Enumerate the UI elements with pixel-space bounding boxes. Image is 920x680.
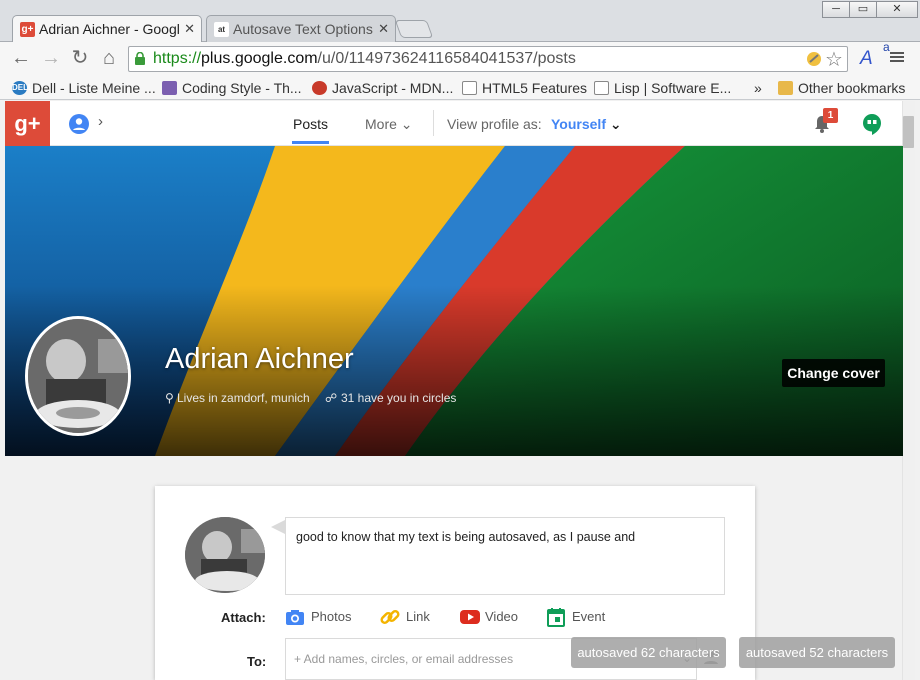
to-label: To: — [247, 654, 267, 669]
chevron-down-icon: ⌄ — [609, 116, 622, 132]
page-icon — [162, 81, 177, 95]
lock-icon — [135, 52, 145, 65]
location-pin-icon: ⚲ — [165, 391, 174, 405]
view-as-dropdown[interactable]: Yourself ⌄ — [551, 116, 622, 133]
circles-link-icon: ☍ — [325, 391, 338, 405]
page-icon — [462, 81, 477, 95]
attach-label: Attach: — [221, 610, 266, 625]
divider — [433, 110, 434, 136]
close-window-button[interactable]: ✕ — [876, 1, 918, 18]
gplus-favicon-icon: g+ — [20, 22, 35, 37]
recipients-placeholder: + Add names, circles, or email addresses — [294, 652, 514, 666]
cover-image — [5, 146, 903, 456]
compose-avatar — [185, 517, 265, 593]
forward-icon[interactable]: → — [40, 47, 62, 69]
profile-location: ⚲ Lives in zamdorf, munich — [165, 391, 310, 405]
star-bookmark-icon[interactable]: ☆ — [825, 47, 843, 72]
gplus-logo[interactable]: g+ — [5, 101, 50, 146]
tab-title: Adrian Aichner - Googl — [39, 21, 180, 37]
attach-link-button[interactable]: Link — [380, 607, 430, 627]
profile-name: Adrian Aichner — [165, 343, 354, 375]
superscript-a-icon: a — [883, 40, 890, 54]
autosave-favicon-icon: at — [214, 22, 229, 37]
close-tab-icon[interactable]: ✕ — [378, 16, 389, 42]
active-tab-indicator — [292, 141, 329, 144]
scrollbar-thumb[interactable] — [903, 116, 914, 148]
translate-extension-icon[interactable]: A — [860, 48, 873, 70]
hangouts-icon[interactable] — [862, 113, 882, 135]
tab-more[interactable]: More ⌄ — [365, 116, 413, 133]
profile-avatar[interactable] — [25, 316, 131, 436]
attach-video-button[interactable]: Video — [459, 607, 518, 627]
new-tab-button[interactable] — [394, 20, 434, 38]
tab-title: Autosave Text Options — [233, 21, 373, 37]
tab-adrian-aichner[interactable]: g+ Adrian Aichner - Googl ✕ — [12, 15, 202, 43]
change-cover-button[interactable]: Change cover — [782, 359, 885, 387]
autosave-toast: autosaved 62 characters — [571, 637, 726, 668]
chevron-right-icon[interactable]: › — [98, 113, 103, 130]
video-icon — [460, 610, 480, 624]
calendar-icon — [547, 608, 565, 627]
mdn-icon — [312, 81, 327, 95]
bookmark-lisp[interactable]: Lisp | Software E... — [594, 79, 731, 97]
bookmark-javascript-mdn[interactable]: JavaScript - MDN... — [312, 79, 453, 97]
folder-icon — [778, 81, 793, 95]
minimize-button[interactable]: ─ — [822, 1, 850, 18]
view-profile-as-label: View profile as: — [447, 116, 542, 132]
home-icon[interactable]: ⌂ — [98, 47, 120, 69]
tab-posts[interactable]: Posts — [293, 116, 328, 133]
notification-badge: 1 — [823, 108, 838, 123]
other-bookmarks-folder[interactable]: Other bookmarks — [778, 79, 905, 97]
extension-icon[interactable] — [805, 50, 823, 68]
url-text: https://plus.google.com/u/0/114973624116… — [153, 50, 576, 67]
bookmark-html5-features[interactable]: HTML5 Features — [462, 79, 587, 97]
autosave-toast: autosaved 52 characters — [739, 637, 895, 668]
tab-autosave-text-options[interactable]: at Autosave Text Options ✕ — [206, 15, 396, 42]
menu-icon[interactable] — [890, 50, 904, 64]
attach-photos-button[interactable]: Photos — [285, 607, 351, 627]
camera-icon — [286, 610, 304, 625]
compose-textarea[interactable]: good to know that my text is being autos… — [285, 517, 725, 595]
profile-circles-count[interactable]: ☍ 31 have you in circles — [325, 391, 456, 405]
address-bar[interactable]: https://plus.google.com/u/0/114973624116… — [128, 46, 848, 72]
page-icon — [594, 81, 609, 95]
bookmark-coding-style[interactable]: Coding Style - Th... — [162, 79, 302, 97]
compose-text: good to know that my text is being autos… — [296, 530, 636, 544]
maximize-button[interactable]: ▭ — [849, 1, 877, 18]
profile-switcher-icon[interactable] — [68, 113, 90, 135]
cover-photo — [5, 146, 903, 456]
bookmarks-overflow-button[interactable]: » — [754, 79, 762, 97]
reload-icon[interactable]: ↻ — [69, 47, 91, 69]
link-icon — [380, 609, 400, 625]
compose-pointer — [271, 520, 285, 534]
attach-event-button[interactable]: Event — [546, 607, 605, 627]
chevron-down-icon: ⌄ — [400, 116, 413, 132]
back-icon[interactable]: ← — [10, 47, 32, 69]
dell-icon: DELL — [12, 81, 33, 95]
scrollbar[interactable] — [902, 101, 915, 680]
bookmark-dell[interactable]: DELL Dell - Liste Meine ... — [12, 79, 156, 97]
close-tab-icon[interactable]: ✕ — [184, 16, 195, 42]
